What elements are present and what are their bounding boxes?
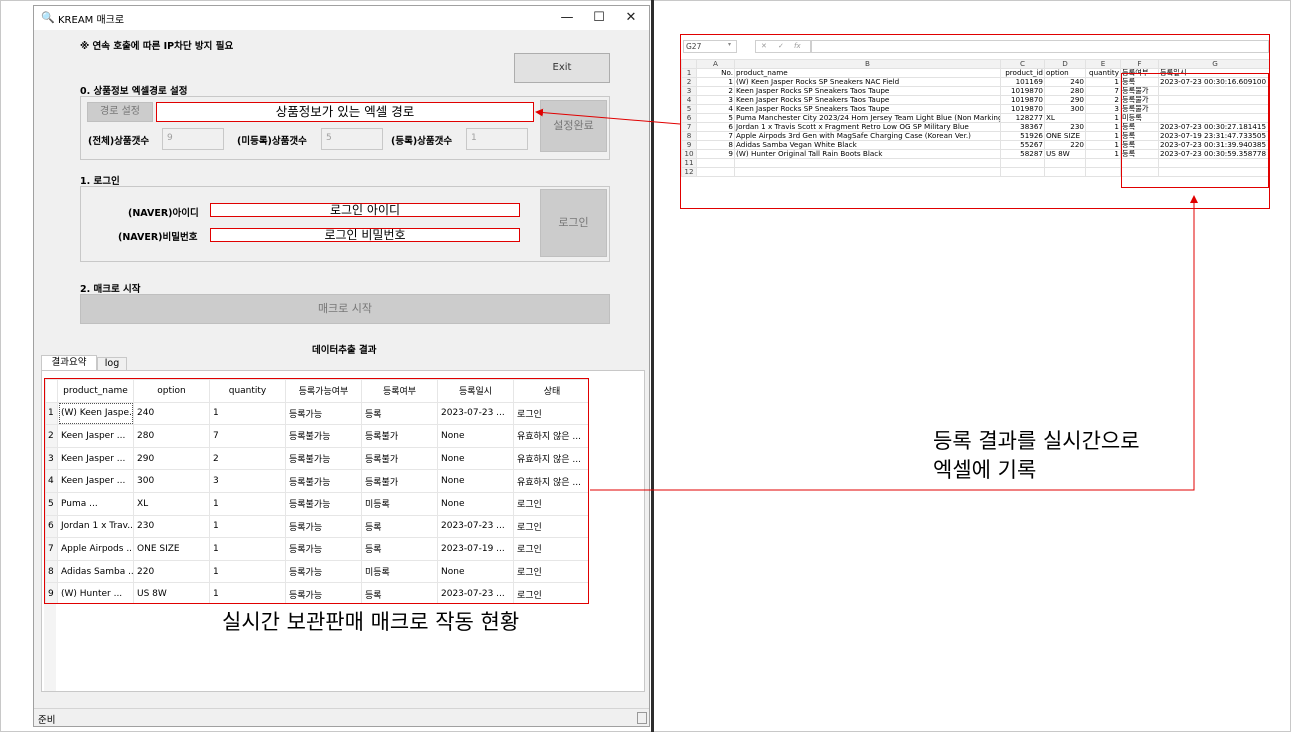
record-arrow [590, 195, 1198, 491]
path-arrow [535, 108, 681, 125]
annotation-arrows [535, 108, 1198, 491]
